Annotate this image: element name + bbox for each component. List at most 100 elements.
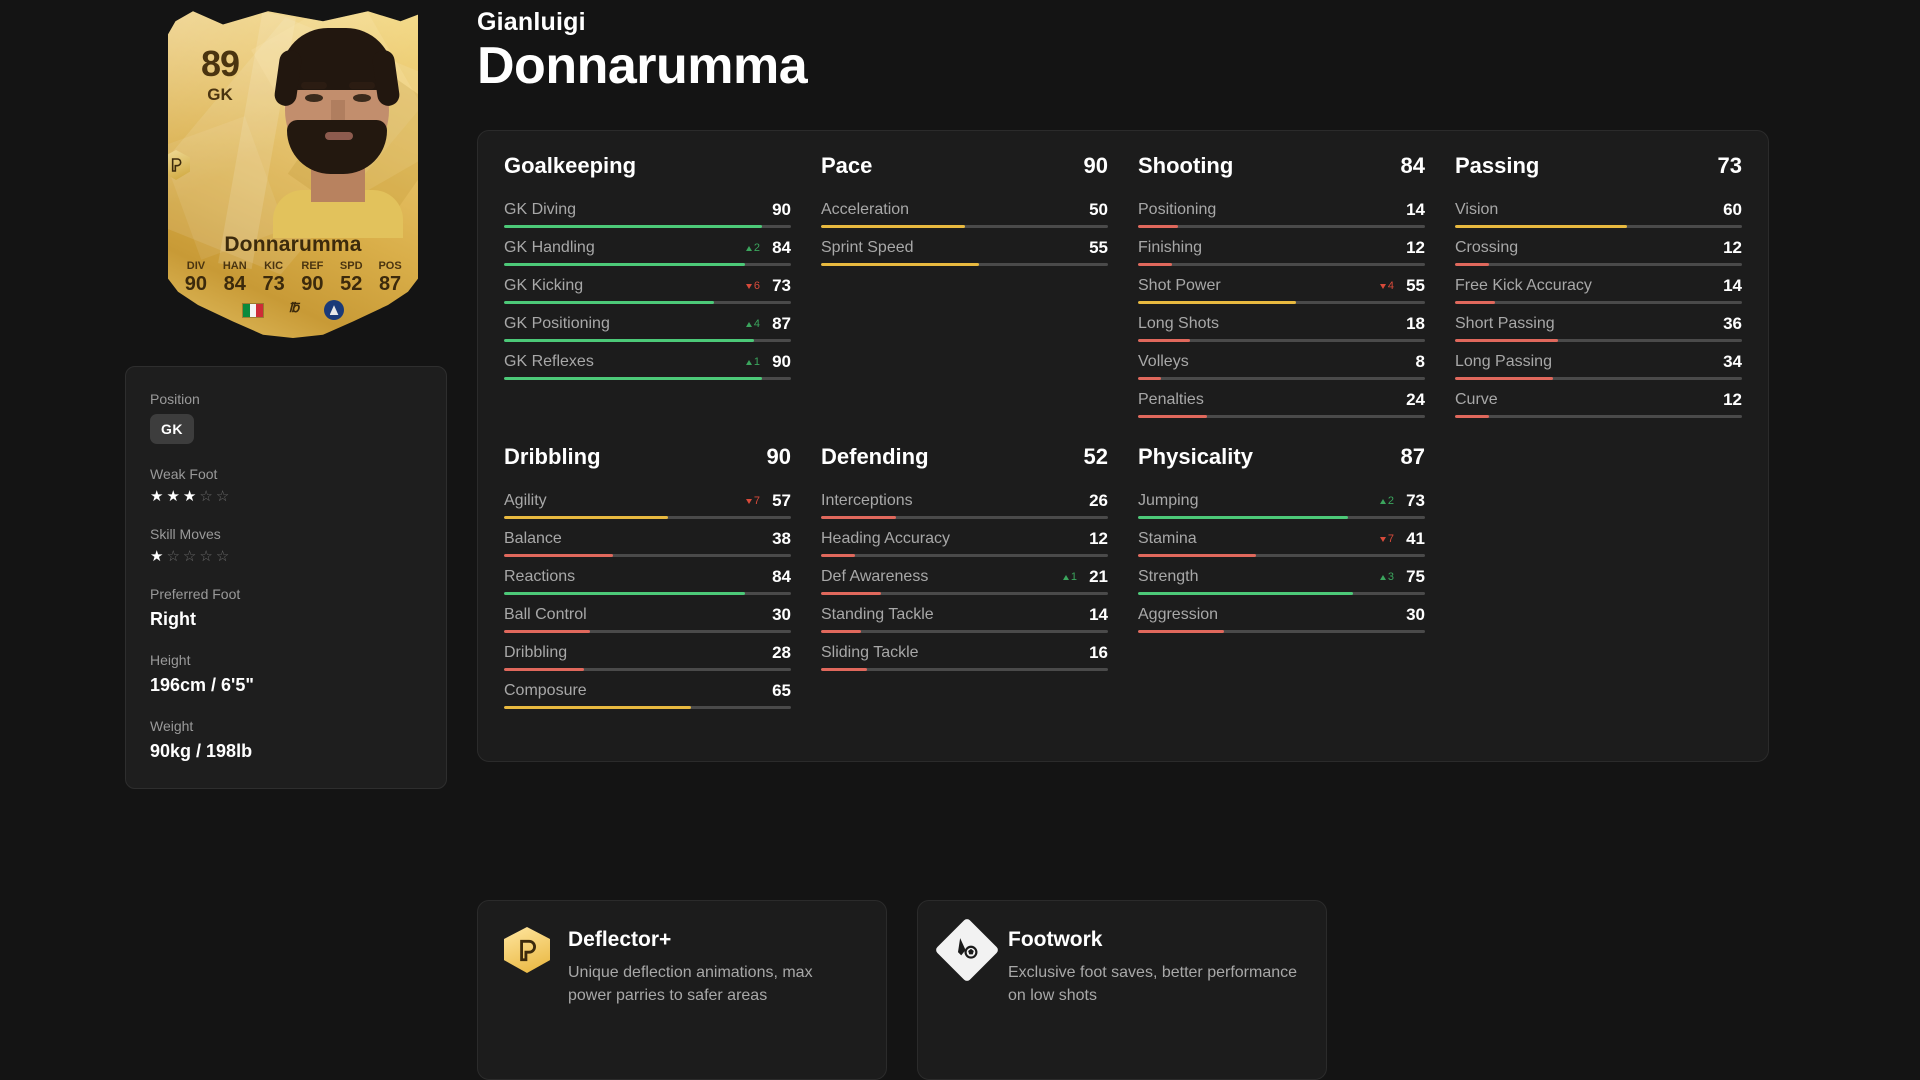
stat-bar-track [821, 668, 1108, 671]
star-empty-icon: ☆ [182, 548, 197, 565]
stat-row: Long Passing 34 [1455, 342, 1742, 380]
stat-decrease-badge: 7 [1379, 532, 1394, 545]
stat-group-total: 52 [1083, 444, 1108, 469]
card-stat: HAN 84 [221, 259, 249, 295]
stat-line: Agility 7 57 [504, 491, 791, 511]
stat-value-group: 24 [1401, 390, 1425, 410]
stat-row: Aggression 30 [1138, 595, 1425, 633]
stat-bar-fill [1455, 415, 1490, 418]
stat-increase-badge: 2 [745, 242, 760, 254]
info-preferred-foot: Preferred Foot Right [150, 586, 422, 630]
stat-group-dribbling: Dribbling 90 Agility 7 57 Balance 38 Reactions 8… [504, 444, 791, 709]
stat-name: Penalties [1138, 391, 1204, 408]
stat-value: 75 [1406, 567, 1425, 586]
stat-name: Reactions [504, 568, 576, 585]
card-stat-value: 90 [301, 273, 324, 296]
card-stat-key: KIC [264, 260, 284, 272]
stat-name: Interceptions [821, 492, 913, 509]
stat-name: Jumping [1138, 492, 1199, 509]
stat-value: 24 [1406, 390, 1425, 409]
stat-line: Short Passing 36 [1455, 314, 1742, 334]
footwork-icon [934, 917, 1000, 983]
stat-group-total: 87 [1400, 444, 1425, 469]
stat-group-header: Passing 73 [1455, 153, 1742, 179]
stat-value: 84 [772, 238, 791, 257]
stat-value: 38 [772, 529, 791, 548]
stat-value-group: 30 [767, 605, 791, 625]
playstyle-text: Deflector+ Unique deflection animations, … [568, 927, 860, 1079]
stat-bar-fill [504, 377, 763, 380]
player-card[interactable]: 89 GK Donnarumma DIV 90 HAN 84 KIC 73 REF 90 SPD… [168, 8, 418, 338]
stat-mod-amount: 7 [1387, 532, 1394, 545]
stat-grid: Goalkeeping GK Diving 90 GK Handling 2 84 GK K… [504, 153, 1742, 735]
stat-mod-amount: 6 [753, 279, 760, 292]
preferred-foot-value: Right [150, 609, 196, 629]
stat-row: Composure 65 [504, 671, 791, 709]
player-profile-page: 89 GK Donnarumma DIV 90 HAN 84 KIC 73 REF 90 SPD… [0, 0, 1920, 1080]
stat-line: Free Kick Accuracy 14 [1455, 276, 1742, 296]
stat-row: Sliding Tackle 16 [821, 633, 1108, 671]
stat-name: Ball Control [504, 606, 587, 623]
star-empty-icon: ☆ [166, 548, 180, 565]
stat-increase-badge: 1 [745, 356, 760, 368]
stat-value: 57 [772, 491, 791, 510]
stat-name: Short Passing [1455, 315, 1555, 332]
stat-line: Shot Power 4 55 [1138, 276, 1425, 296]
card-stat: SPD 52 [337, 259, 365, 295]
info-skill-moves: Skill Moves ★ ☆ ☆ ☆ ☆ [150, 526, 422, 564]
playstyle-card[interactable]: Deflector+ Unique deflection animations, … [477, 900, 887, 1080]
player-last-name: Donnarumma [477, 37, 808, 95]
stat-group-pace: Pace 90 Acceleration 50 Sprint Speed 55 [821, 153, 1108, 418]
stat-row: Volleys 8 [1138, 342, 1425, 380]
position-chip[interactable]: GK [150, 414, 194, 444]
stat-row: Finishing 12 [1138, 228, 1425, 266]
stat-group-title: Dribbling [504, 444, 601, 469]
stat-row: Reactions 84 [504, 557, 791, 595]
stat-value: 73 [1406, 491, 1425, 510]
stat-row: Sprint Speed 55 [821, 228, 1108, 266]
stat-value: 12 [1723, 390, 1742, 409]
stat-value-group: 90 [767, 200, 791, 220]
stat-line: Reactions 84 [504, 567, 791, 587]
stat-value-group: 36 [1718, 314, 1742, 334]
info-weight: Weight 90kg / 198lb [150, 718, 422, 762]
stat-name: Balance [504, 530, 562, 547]
weight-value: 90kg / 198lb [150, 741, 253, 761]
stat-name: Curve [1455, 391, 1498, 408]
stat-mod-amount: 4 [753, 317, 760, 330]
stat-bar-track [1138, 630, 1425, 633]
stat-row: Agility 7 57 [504, 481, 791, 519]
stat-name: Agility [504, 492, 547, 509]
stat-name: Finishing [1138, 239, 1203, 256]
stat-name: Shot Power [1138, 277, 1221, 294]
playstyle-card[interactable]: Footwork Exclusive foot saves, better per… [917, 900, 1327, 1080]
card-rating: 89 GK [194, 46, 246, 108]
stat-bar-track [504, 706, 791, 709]
stat-value: 14 [1406, 200, 1425, 219]
stat-group-header: Dribbling 90 [504, 444, 791, 470]
star-empty-icon: ☆ [199, 488, 213, 505]
arrow-up-icon [745, 321, 752, 327]
stat-group-total: 73 [1717, 153, 1742, 178]
stat-name: Sprint Speed [821, 239, 914, 256]
stat-name: GK Positioning [504, 315, 610, 332]
stat-name: Long Passing [1455, 353, 1552, 370]
playstyle-name: Footwork [1008, 928, 1103, 951]
stat-row: Def Awareness 1 21 [821, 557, 1108, 595]
stat-group-header: Goalkeeping [504, 153, 791, 179]
stat-value-group: 2 84 [745, 238, 791, 258]
stat-value-group: 60 [1718, 200, 1742, 220]
stat-decrease-badge: 4 [1379, 280, 1394, 292]
serie-a-logo-icon: ℔ [288, 300, 300, 316]
card-stat-key: DIV [186, 260, 206, 272]
stat-row: GK Reflexes 1 90 [504, 342, 791, 380]
stat-value: 55 [1406, 276, 1425, 295]
stat-value: 55 [1089, 238, 1108, 257]
stat-row: Positioning 14 [1138, 190, 1425, 228]
stat-name: Def Awareness [821, 568, 929, 585]
stat-name: GK Diving [504, 201, 577, 218]
stat-group-header: Physicality 87 [1138, 444, 1425, 470]
stat-line: Long Passing 34 [1455, 352, 1742, 372]
stat-group-total: 90 [766, 444, 791, 469]
stat-line: Curve 12 [1455, 390, 1742, 410]
